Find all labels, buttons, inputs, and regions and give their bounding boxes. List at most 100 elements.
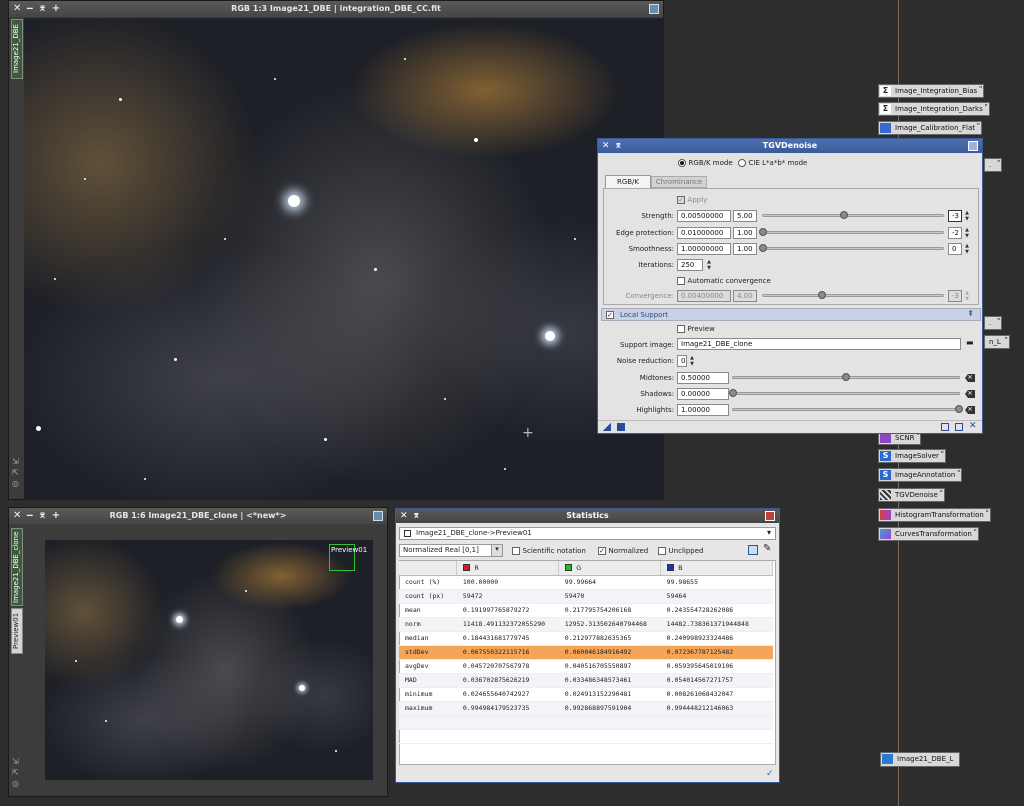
slider-knob[interactable]	[729, 389, 737, 397]
process-icon-tgvdenoise[interactable]: TGVDenoise "	[878, 488, 945, 502]
view-selector[interactable]: Image21_DBE_clone->Preview01 ▾	[399, 527, 776, 540]
documentation-icon[interactable]	[955, 423, 963, 431]
table-row[interactable]: count (px) 59472 59470 59464	[399, 589, 773, 604]
range-select[interactable]: Normalized Real [0,1] ▾	[399, 544, 503, 557]
noise-reduction-spinner[interactable]: ▲ ▼	[688, 355, 696, 367]
process-icon-integration-bias[interactable]: Σ Image_Integration_Bias "	[878, 84, 985, 98]
slider-knob[interactable]	[955, 405, 963, 413]
table-row[interactable]: median 0.184431681779745 0.212977882635365…	[399, 631, 773, 646]
checkmark-icon[interactable]: ✓	[766, 769, 774, 779]
process-icon-histogramtransformation[interactable]: HistogramTransformation "	[878, 508, 991, 522]
smoothness-input[interactable]: 1.00000000	[677, 243, 731, 255]
strength-input[interactable]: 0.00500000	[677, 210, 731, 222]
smoothness-spinner[interactable]: ▲ ▼	[963, 243, 971, 255]
table-row[interactable]: minimum 0.024655640742927 0.02491315229048…	[399, 687, 773, 702]
convergence-spinner[interactable]: ▲ ▼	[963, 290, 971, 302]
tgvdenoise-dialog[interactable]: ✕⌆ TGVDenoise RGB/K mode CIE L*a*b* mode…	[597, 138, 983, 434]
table-row[interactable]: avgDev 0.045720707567978 0.040516705550897…	[399, 659, 773, 674]
clear-icon[interactable]: ✕	[965, 406, 975, 414]
maximize-icon[interactable]	[373, 511, 383, 521]
checkbox-icon[interactable]: ✓	[606, 311, 614, 319]
clone-image-titlebar[interactable]: ✕‒⌆+ RGB 1:6 Image21_DBE_clone | <*new*>	[9, 508, 387, 524]
window-controls[interactable]: ✕⌆	[602, 139, 627, 153]
clone-image-canvas[interactable]: Preview01	[45, 540, 373, 780]
apply-global-icon[interactable]	[617, 423, 625, 431]
edge-protection-exponent[interactable]: -2	[948, 227, 962, 239]
smoothness-slider[interactable]	[759, 244, 944, 252]
process-icon-partial[interactable]: . "	[984, 316, 1003, 330]
edge-protection-input[interactable]: 0.01000000	[677, 227, 731, 239]
window-controls[interactable]: ✕‒⌆+	[13, 1, 65, 17]
image-icon-dbe-l[interactable]: Image21_DBE_L	[880, 752, 961, 767]
clone-image-window[interactable]: ✕‒⌆+ RGB 1:6 Image21_DBE_clone | <*new*>…	[8, 507, 388, 797]
smoothness-exponent[interactable]: 0	[948, 243, 962, 255]
process-icon-imageannotation[interactable]: S ImageAnnotation "	[878, 468, 963, 482]
window-controls[interactable]: ✕‒⌆+	[13, 508, 65, 524]
process-icon-partial[interactable]: . "	[984, 158, 1003, 172]
strength-exponent[interactable]: -3	[948, 210, 962, 222]
statistics-dialog[interactable]: ✕⌆ Statistics Image21_DBE_clone->Preview…	[395, 508, 780, 783]
preview-side-tab[interactable]: Preview01	[11, 608, 23, 654]
table-row[interactable]: stdDev 0.067550322115716 0.060046184916492…	[399, 645, 773, 660]
midtones-input[interactable]: 0.50000	[677, 372, 729, 384]
main-image-window[interactable]: ✕‒⌆+ RGB 1:3 Image21_DBE | integration_D…	[8, 0, 664, 500]
strength-multiplier[interactable]: 5.00	[733, 210, 757, 222]
clear-icon[interactable]: ✕	[965, 390, 975, 398]
window-controls[interactable]: ✕⌆	[400, 509, 425, 523]
iterations-spinner[interactable]: ▲ ▼	[705, 259, 713, 271]
unclipped-checkbox[interactable]: Unclipped	[658, 546, 703, 555]
slider-knob[interactable]	[759, 228, 767, 236]
convergence-input[interactable]: 0.00400000	[677, 290, 731, 302]
table-row[interactable]: count (%) 100.00000 99.99664 99.98655	[399, 575, 773, 590]
shadows-slider[interactable]	[729, 389, 960, 397]
folder-icon[interactable]: ▬	[966, 338, 974, 347]
convergence-exponent[interactable]: -3	[948, 290, 962, 302]
edge-protection-multiplier[interactable]: 1.00	[733, 227, 757, 239]
wrench-icon[interactable]: ✎	[763, 543, 771, 554]
auto-convergence-checkbox[interactable]: Automatic convergence	[677, 276, 771, 285]
clone-image-side-tab[interactable]: Image21_DBE_clone	[11, 528, 23, 606]
convergence-multiplier[interactable]: 4.00	[733, 290, 757, 302]
table-row[interactable]: mean 0.191997765879272 0.217795754206168 0.…	[399, 603, 773, 618]
shadows-input[interactable]: 0.00000	[677, 388, 729, 400]
collapse-icon[interactable]: ⇞	[967, 309, 974, 318]
table-row[interactable]: norm 11418.491132372055290 12952.313502640…	[399, 617, 773, 632]
slider-knob[interactable]	[759, 244, 767, 252]
process-icon-calibration-flat[interactable]: Image_Calibration_Flat "	[878, 121, 983, 135]
clear-icon[interactable]: ✕	[965, 374, 975, 382]
highlights-slider[interactable]	[732, 405, 963, 413]
mode-radio-rgbk[interactable]: RGB/K mode	[678, 158, 733, 167]
noise-reduction-input[interactable]: 0	[677, 355, 687, 367]
process-icon-imagesolver[interactable]: S ImageSolver "	[878, 449, 946, 463]
process-icon-integration-darks[interactable]: Σ Image_Integration_Darks "	[878, 102, 990, 116]
tab-chrominance[interactable]: Chrominance	[651, 176, 707, 188]
normalized-checkbox[interactable]: ✓ Normalized	[598, 546, 648, 555]
clone-side-tools[interactable]: ⇲ ⇱ ◎	[12, 756, 19, 789]
slider-knob[interactable]	[842, 373, 850, 381]
process-icon-handle[interactable]	[968, 141, 978, 151]
local-support-header[interactable]: ✓ Local Support ⇞	[601, 308, 981, 321]
tgvdenoise-titlebar[interactable]: ✕⌆ TGVDenoise	[598, 139, 982, 153]
new-instance-icon[interactable]	[603, 423, 611, 431]
midtones-slider[interactable]	[732, 373, 960, 381]
apply-checkbox[interactable]: ✓ Apply	[677, 195, 707, 204]
preview-checkbox[interactable]: Preview	[677, 324, 715, 333]
maximize-icon[interactable]	[649, 4, 659, 14]
statistics-titlebar[interactable]: ✕⌆ Statistics	[396, 509, 779, 523]
process-icon-handle[interactable]	[765, 511, 775, 521]
main-image-side-tab[interactable]: Image21_DBE	[11, 19, 23, 79]
tab-rgbk[interactable]: RGB/K	[605, 175, 651, 188]
edge-protection-slider[interactable]	[759, 228, 944, 236]
copy-icon[interactable]	[748, 545, 758, 555]
process-icon-partial-nl[interactable]: n_L "	[984, 335, 1010, 349]
support-image-input[interactable]: Image21_DBE_clone	[677, 338, 961, 350]
main-image-canvas[interactable]: +	[24, 18, 664, 500]
process-icon-curvestransformation[interactable]: CurvesTransformation "	[878, 527, 979, 541]
preview-toggle-icon[interactable]	[941, 423, 949, 431]
iterations-input[interactable]: 250	[677, 259, 703, 271]
smoothness-multiplier[interactable]: 1.00	[733, 243, 757, 255]
convergence-slider[interactable]	[762, 291, 944, 299]
main-side-tools[interactable]: ⇲ ⇱ ◎	[12, 456, 19, 489]
scientific-notation-checkbox[interactable]: Scientific notation	[512, 546, 586, 555]
edge-protection-spinner[interactable]: ▲ ▼	[963, 227, 971, 239]
